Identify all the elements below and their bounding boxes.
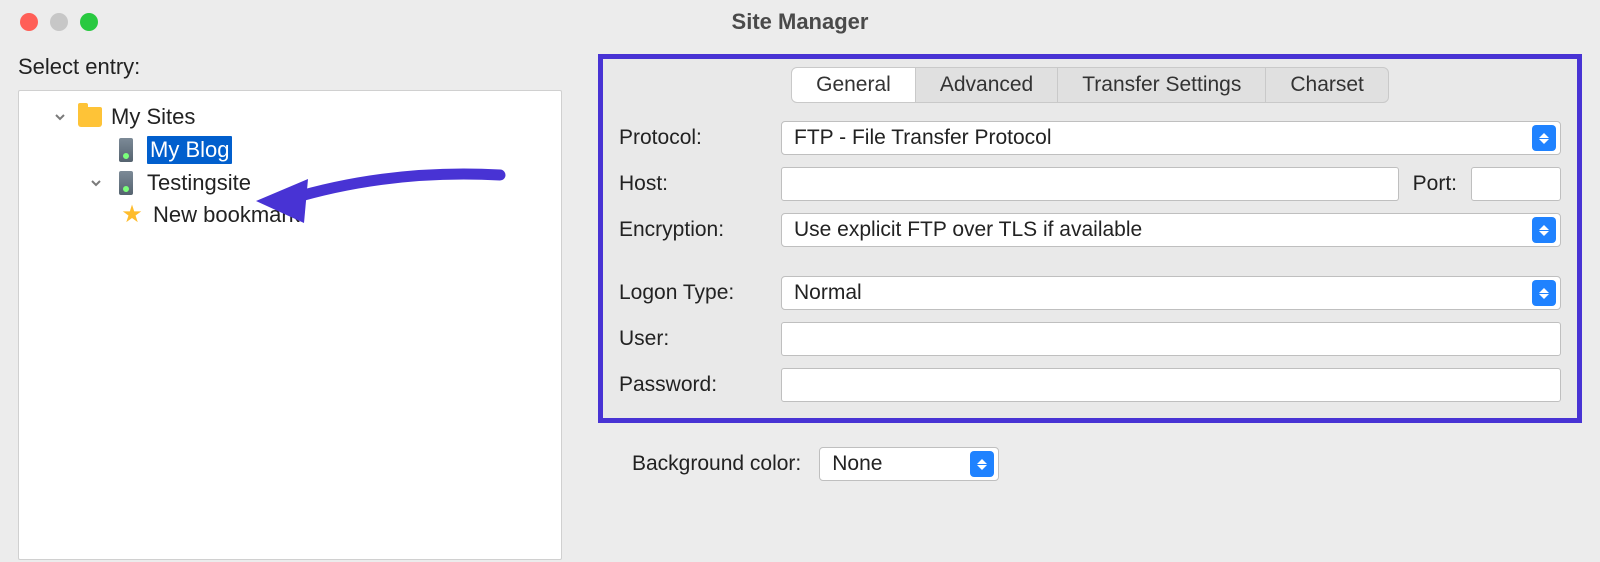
host-label: Host:	[619, 172, 769, 196]
tree-root-my-sites[interactable]: My Sites	[25, 101, 555, 133]
settings-tabbar: General Advanced Transfer Settings Chars…	[613, 67, 1567, 103]
user-input[interactable]	[781, 322, 1561, 356]
encryption-value: Use explicit FTP over TLS if available	[794, 218, 1142, 242]
server-icon	[113, 138, 139, 162]
tab-general[interactable]: General	[791, 67, 916, 103]
port-input[interactable]	[1471, 167, 1561, 201]
protocol-label: Protocol:	[619, 126, 769, 150]
select-stepper-icon	[1532, 125, 1556, 151]
tree-item-testingsite[interactable]: Testingsite	[25, 167, 555, 199]
logon-type-label: Logon Type:	[619, 281, 769, 305]
tree-item-label: My Blog	[147, 136, 232, 164]
folder-icon	[77, 107, 103, 127]
chevron-down-icon[interactable]	[51, 111, 69, 123]
tree-root-label: My Sites	[111, 104, 195, 130]
password-label: Password:	[619, 373, 769, 397]
site-tree[interactable]: My Sites My Blog Testingsite ★ New bookm…	[18, 90, 562, 560]
star-icon: ★	[119, 203, 145, 227]
select-entry-label: Select entry:	[18, 54, 562, 80]
protocol-value: FTP - File Transfer Protocol	[794, 126, 1052, 150]
port-label: Port:	[1413, 172, 1457, 196]
tab-advanced[interactable]: Advanced	[915, 67, 1058, 103]
select-stepper-icon	[1532, 217, 1556, 243]
tree-item-new-bookmark[interactable]: ★ New bookmark	[25, 199, 555, 231]
window-controls	[0, 13, 98, 31]
background-color-label: Background color:	[632, 452, 801, 476]
logon-type-value: Normal	[794, 281, 862, 305]
tree-item-label: Testingsite	[147, 170, 251, 196]
encryption-select[interactable]: Use explicit FTP over TLS if available	[781, 213, 1561, 247]
general-panel-highlight: General Advanced Transfer Settings Chars…	[598, 54, 1582, 423]
host-port-row: Port:	[781, 167, 1561, 201]
background-color-select[interactable]: None	[819, 447, 999, 481]
tab-transfer-settings[interactable]: Transfer Settings	[1057, 67, 1266, 103]
password-input[interactable]	[781, 368, 1561, 402]
minimize-window-button[interactable]	[50, 13, 68, 31]
select-stepper-icon	[1532, 280, 1556, 306]
background-color-row: Background color: None	[598, 423, 1582, 481]
tree-item-label: New bookmark	[153, 202, 300, 228]
close-window-button[interactable]	[20, 13, 38, 31]
general-form: Protocol: FTP - File Transfer Protocol H…	[613, 115, 1567, 402]
titlebar: Site Manager	[0, 0, 1600, 44]
zoom-window-button[interactable]	[80, 13, 98, 31]
section-divider	[619, 261, 1561, 262]
left-pane: Select entry: My Sites My Blog	[0, 44, 580, 562]
window-title: Site Manager	[0, 9, 1600, 35]
background-color-value: None	[832, 452, 882, 476]
chevron-down-icon[interactable]	[87, 177, 105, 189]
tab-charset[interactable]: Charset	[1265, 67, 1389, 103]
host-input[interactable]	[781, 167, 1399, 201]
tree-item-my-blog[interactable]: My Blog	[25, 133, 555, 167]
right-pane: General Advanced Transfer Settings Chars…	[580, 44, 1600, 562]
user-label: User:	[619, 327, 769, 351]
encryption-label: Encryption:	[619, 218, 769, 242]
select-stepper-icon	[970, 451, 994, 477]
protocol-select[interactable]: FTP - File Transfer Protocol	[781, 121, 1561, 155]
server-icon	[113, 171, 139, 195]
logon-type-select[interactable]: Normal	[781, 276, 1561, 310]
